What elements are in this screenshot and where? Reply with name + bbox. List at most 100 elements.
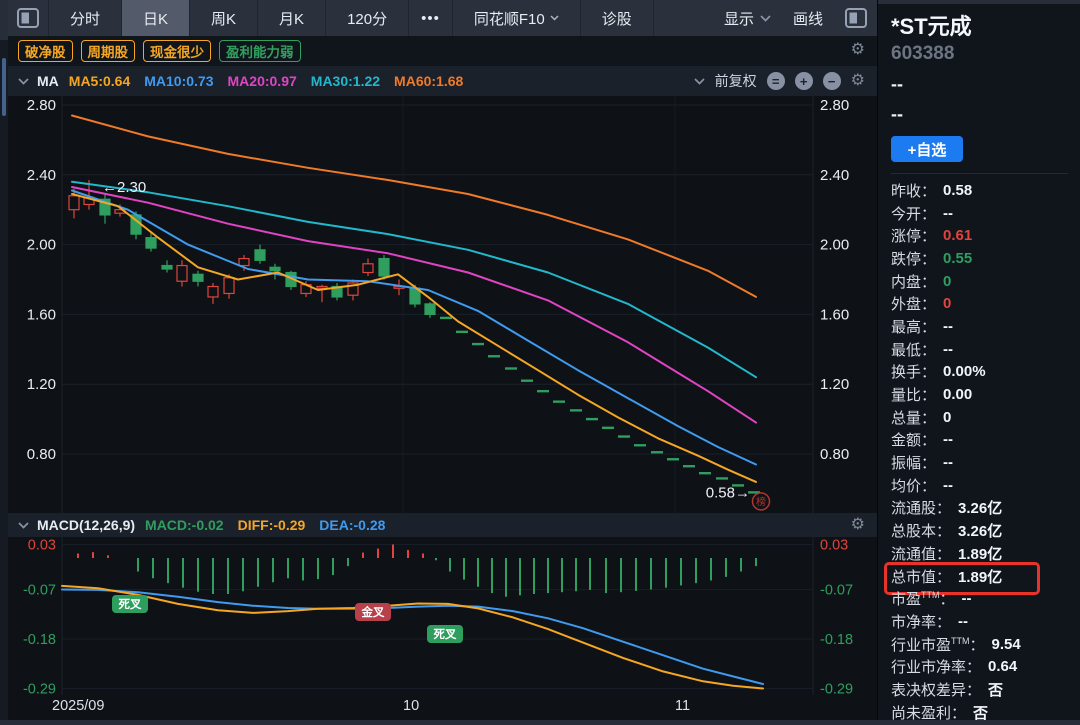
stat-row-跌停: 跌停：0.55: [891, 247, 1080, 270]
toolbar-right: 显示 画线: [724, 0, 877, 36]
tab-diagnose[interactable]: 诊股: [581, 0, 654, 36]
svg-text:1.20: 1.20: [27, 376, 56, 393]
scrollbar-thumb[interactable]: [2, 58, 6, 116]
svg-text:-0.18: -0.18: [23, 632, 56, 648]
time-axis: 2025/091011: [8, 695, 877, 720]
svg-text:2.40: 2.40: [27, 167, 56, 184]
macd-controls: ⚙: [851, 517, 865, 533]
stat-row-涨停: 涨停：0.61: [891, 224, 1080, 247]
legend-item: MA10:0.73: [144, 73, 213, 89]
draw-line-label: 画线: [793, 8, 823, 29]
zoom-out-button[interactable]: −: [823, 72, 841, 90]
chevron-down-icon: [550, 15, 559, 21]
tab-monthk[interactable]: 月K: [258, 0, 326, 36]
svg-text:-0.29: -0.29: [820, 682, 853, 696]
stock-tag-0[interactable]: 破净股: [18, 40, 73, 62]
svg-text:2.00: 2.00: [820, 237, 849, 254]
ma-legend: MA5:0.64MA10:0.73MA20:0.97MA30:1.22MA60:…: [69, 73, 478, 89]
svg-text:2.80: 2.80: [820, 97, 849, 114]
panel-left-icon: [17, 8, 39, 28]
macd-collapse-chevron-icon[interactable]: [18, 522, 29, 529]
ma-settings-gear-icon[interactable]: ⚙: [851, 73, 865, 89]
svg-text:-0.18: -0.18: [820, 632, 853, 648]
svg-text:金叉: 金叉: [361, 605, 385, 619]
tab-weekk[interactable]: 周K: [190, 0, 258, 36]
svg-text:0.80: 0.80: [27, 446, 56, 463]
tab-fenshi[interactable]: 分时: [49, 0, 122, 36]
ma-controls: 前复权 = + − ⚙: [694, 71, 865, 91]
stat-row-总股本: 总股本：3.26亿: [891, 519, 1080, 542]
stat-row-量比: 量比：0.00: [891, 383, 1080, 406]
chevron-down-icon: [760, 15, 771, 22]
stock-tag-1[interactable]: 周期股: [81, 40, 136, 62]
stat-row-最低: 最低：--: [891, 338, 1080, 361]
stock-tag-2[interactable]: 现金很少: [143, 40, 211, 62]
adjust-mode-dropdown[interactable]: 前复权: [715, 71, 757, 91]
left-edge-strip: [0, 0, 8, 725]
current-price: --: [891, 74, 1080, 95]
stat-row-金额: 金额：--: [891, 429, 1080, 452]
time-axis-label: 2025/09: [52, 698, 104, 714]
legend-item: DIFF:-0.29: [238, 517, 306, 533]
svg-text:1.20: 1.20: [820, 376, 849, 393]
tab-label: 同花顺F10: [474, 8, 545, 29]
zoom-in-button[interactable]: +: [795, 72, 813, 90]
macd-legend: MACD:-0.02DIFF:-0.29DEA:-0.28: [145, 517, 399, 533]
macd-indicator-bar: MACD(12,26,9) MACD:-0.02DIFF:-0.29DEA:-0…: [8, 513, 877, 537]
stock-name: *ST元成: [891, 9, 1080, 41]
panel-layout-button[interactable]: [845, 8, 867, 28]
macd-chart[interactable]: 0.030.03-0.07-0.07-0.18-0.18-0.29-0.29死叉…: [8, 537, 877, 695]
legend-item: DEA:-0.28: [319, 517, 385, 533]
tab-label: 周K: [211, 8, 236, 29]
stat-row-换手: 换手：0.00%: [891, 361, 1080, 384]
scale-reset-button[interactable]: =: [767, 72, 785, 90]
stat-row-昨收: 昨收：0.58: [891, 179, 1080, 202]
panel-right-icon: [845, 8, 867, 28]
tag-row: 破净股周期股现金很少盈利能力弱 ⚙: [8, 36, 877, 66]
draw-line-button[interactable]: 画线: [793, 8, 823, 29]
adjust-chevron-icon: [694, 78, 705, 85]
quote-panel: *ST元成 603388 -- -- +自选 昨收：0.58今开：--涨停：0.…: [877, 0, 1080, 725]
ma-collapse-chevron-icon[interactable]: [18, 78, 29, 85]
chart-column: 分时日K 周K 月K 120分 ••• 同花顺F10 诊股 显示 画线: [8, 0, 877, 725]
tab-label: 月K: [279, 8, 304, 29]
panel-top-strip: [878, 0, 1080, 4]
panel-toggle-button[interactable]: [8, 0, 49, 36]
svg-text:0.03: 0.03: [820, 538, 848, 554]
tab-label: •••: [421, 10, 440, 27]
display-menu-button[interactable]: 显示: [724, 8, 771, 29]
tab-more[interactable]: •••: [409, 0, 453, 36]
stat-row-最高: 最高：--: [891, 315, 1080, 338]
svg-text:-0.29: -0.29: [23, 682, 56, 696]
svg-text:←2.30: ←2.30: [102, 179, 146, 196]
stock-tag-3[interactable]: 盈利能力弱: [219, 40, 301, 62]
stat-row-总市值: 总市值：1.89亿: [891, 565, 1080, 588]
stock-code: 603388: [891, 43, 1080, 65]
stat-row-外盘: 外盘：0: [891, 292, 1080, 315]
svg-text:-0.07: -0.07: [820, 583, 853, 599]
stat-row-流通股: 流通股：3.26亿: [891, 497, 1080, 520]
legend-item: MA60:1.68: [394, 73, 463, 89]
stat-list: 昨收：0.58今开：--涨停：0.61跌停：0.55内盘：0外盘：0最高：--最…: [891, 179, 1080, 724]
add-watchlist-button[interactable]: +自选: [891, 136, 963, 162]
legend-item: MA5:0.64: [69, 73, 130, 89]
stat-row-市盈: 市盈TTM：--: [891, 587, 1080, 610]
macd-title: MACD(12,26,9): [37, 517, 135, 533]
stat-row-总量: 总量：0: [891, 406, 1080, 429]
tab-f10[interactable]: 同花顺F10: [453, 0, 581, 36]
stat-row-行业市净率: 行业市净率：0.64: [891, 655, 1080, 678]
window-bottom-edge: [0, 720, 1080, 725]
svg-text:2.00: 2.00: [27, 237, 56, 254]
candlestick-chart[interactable]: 2.802.802.402.402.002.001.601.601.201.20…: [8, 96, 877, 513]
ma-indicator-bar: MA MA5:0.64MA10:0.73MA20:0.97MA30:1.22MA…: [8, 66, 877, 96]
stat-row-内盘: 内盘：0: [891, 270, 1080, 293]
display-menu-label: 显示: [724, 8, 754, 29]
macd-settings-gear-icon[interactable]: ⚙: [851, 517, 865, 533]
tags-settings-gear-icon[interactable]: ⚙: [851, 42, 865, 58]
tab-min120[interactable]: 120分: [326, 0, 409, 36]
svg-text:死叉: 死叉: [434, 628, 457, 641]
svg-text:-0.07: -0.07: [23, 583, 56, 599]
tag-list: 破净股周期股现金很少盈利能力弱: [18, 40, 301, 62]
tab-dayk[interactable]: 日K: [122, 0, 190, 36]
svg-text:2.80: 2.80: [27, 97, 56, 114]
